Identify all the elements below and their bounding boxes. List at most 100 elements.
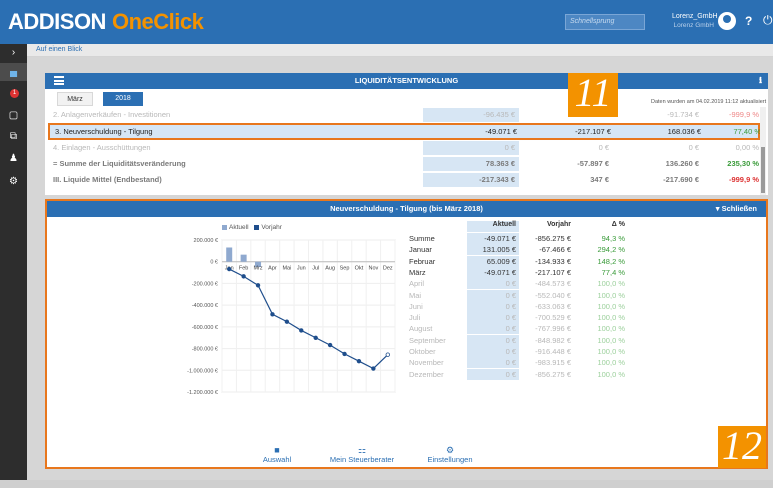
aktuell-value: -49.071 € [467, 266, 519, 278]
y-tick-label: 0 € [210, 260, 218, 266]
table-row[interactable]: Mai 0 € -552.040 € 100,0 % [407, 289, 637, 301]
menu-icon[interactable] [54, 76, 64, 85]
user-info[interactable]: Lorenz_GmbH Lorenz GmbH [672, 12, 718, 30]
cell-value: 0,00 % [735, 143, 759, 152]
y-tick-label: -200.000 € [192, 281, 218, 287]
table-row[interactable]: April 0 € -484.573 € 100,0 % [407, 278, 637, 290]
delta-value: 100,0 % [597, 301, 625, 311]
close-label: Schließen [721, 204, 757, 213]
data-point [299, 328, 304, 333]
cell-value: -999,9 % [728, 110, 759, 119]
quick-jump-input[interactable]: Schnellsprung [565, 14, 645, 30]
aktuell-value: 0 € [467, 312, 519, 324]
row-label: 2. Anlagenverkäufen - Investitionen [53, 110, 171, 119]
dashboard-chart-icon[interactable]: ▄ [0, 63, 27, 81]
x-tick-label: Dez [383, 266, 393, 272]
delta-value: 294,2 % [597, 245, 625, 255]
table-row[interactable]: Juni 0 € -633.063 € 100,0 % [407, 300, 637, 312]
delta-value: 100,0 % [597, 369, 625, 379]
cell-value: 0 € [598, 143, 609, 152]
avatar[interactable] [718, 12, 736, 30]
row-label: = Summe der Liquiditätsveränderung [53, 159, 186, 168]
document-icon[interactable]: ▢ [0, 107, 27, 125]
vorjahr-value: -700.529 € [535, 313, 571, 323]
cell-value: 136.260 € [665, 159, 699, 168]
y-tick-label: -400.000 € [192, 303, 218, 309]
cell-value: 78.363 € [423, 157, 519, 171]
app-logo[interactable]: ADDISON OneClick [8, 9, 204, 35]
delta-value: 94,3 % [601, 234, 625, 243]
delta-value: 100,0 % [597, 335, 625, 345]
table-row[interactable]: 4. Einlagen - Ausschüttungen 0 € 0 € 0 €… [48, 141, 760, 155]
table-row[interactable]: August 0 € -767.996 € 100,0 % [407, 323, 637, 335]
vorjahr-value: -767.996 € [535, 324, 571, 334]
cell-value: -91.734 € [667, 110, 699, 119]
month-label: Juli [409, 313, 421, 323]
vorjahr-value: -983.915 € [535, 358, 571, 368]
aktuell-value: 0 € [467, 289, 519, 301]
table-row[interactable]: Summe -49.071 € -856.275 € 94,3 % [407, 233, 637, 244]
button-label: Auswahl [262, 455, 292, 464]
x-tick-label: Nov [368, 266, 378, 272]
auswahl-button[interactable]: ■ Auswahl [257, 445, 297, 464]
month-label: September [409, 335, 446, 345]
cell-value: 347 € [590, 175, 609, 184]
table-row[interactable]: Januar 131.005 € -67.466 € 294,2 % [407, 244, 637, 256]
aktuell-value: 0 € [467, 368, 519, 380]
table-row[interactable]: Juli 0 € -700.529 € 100,0 % [407, 312, 637, 324]
table-row-selected[interactable]: 3. Neuverschuldung - Tilgung -49.071 € -… [48, 123, 761, 140]
settings-button[interactable]: ⚙ Einstellungen [425, 445, 475, 464]
month-label: August [409, 324, 433, 334]
power-icon[interactable]: ⏻ [763, 13, 773, 28]
y-tick-label: -800.000 € [192, 347, 218, 353]
bottom-toolbar: ■ Auswahl ⚏ Mein Steuerberater ⚙ Einstel… [47, 445, 766, 467]
close-button[interactable]: ▾ Schließen [716, 201, 757, 217]
sidebar: › ▄ 1 ▢ ⧉ ♟ ⚙ [0, 44, 27, 488]
panel-title: Neuverschuldung - Tilgung (bis März 2018… [330, 204, 483, 213]
gear-icon[interactable]: ⚙ [0, 173, 27, 191]
data-point [327, 342, 333, 348]
data-point [241, 274, 246, 279]
aktuell-value: 0 € [467, 278, 519, 290]
vorjahr-value: -633.063 € [535, 301, 571, 311]
data-point [313, 335, 318, 340]
info-icon[interactable]: ℹ [759, 73, 762, 89]
table-row[interactable]: Februar 65.009 € -134.933 € 148,2 % [407, 255, 637, 267]
y-tick-label: 200.000 € [194, 238, 218, 244]
aktuell-value: 65.009 € [467, 255, 519, 267]
steuerberater-button[interactable]: ⚏ Mein Steuerberater [327, 445, 397, 464]
cell-value: -217.107 € [575, 127, 611, 136]
data-point [227, 266, 232, 272]
aktuell-value: 0 € [467, 346, 519, 357]
notifications-icon[interactable]: 1 [0, 85, 27, 103]
person-icon[interactable]: ♟ [0, 150, 27, 168]
delta-value: 77,4 % [601, 267, 625, 277]
x-tick-label: Jun [297, 266, 306, 272]
breadcrumb-link[interactable]: Auf einen Blick [36, 46, 82, 53]
table-row[interactable]: März -49.071 € -217.107 € 77,4 % [407, 266, 637, 278]
table-row[interactable]: Dezember 0 € -856.275 € 100,0 % [407, 368, 637, 380]
tab-year[interactable]: 2018 [103, 92, 143, 106]
tab-month[interactable]: März [57, 92, 93, 106]
table-row[interactable]: November 0 € -983.915 € 100,0 % [407, 357, 637, 369]
scrollbar[interactable] [760, 107, 766, 195]
copy-icon[interactable]: ⧉ [0, 128, 27, 146]
delta-value: 100,0 % [597, 313, 625, 323]
x-tick-label: Aug [325, 266, 335, 272]
delta-value: 148,2 % [597, 256, 625, 266]
brand-accent: OneClick [111, 9, 204, 34]
table-row[interactable]: = Summe der Liquiditätsveränderung 78.36… [48, 157, 760, 171]
help-icon[interactable]: ? [745, 14, 752, 28]
y-tick-label: -600.000 € [192, 325, 218, 331]
vorjahr-value: -856.275 € [535, 234, 571, 243]
month-label: Oktober [409, 347, 436, 356]
vorjahr-value: -856.275 € [535, 369, 571, 379]
footer [0, 480, 773, 488]
table-row[interactable]: Oktober 0 € -916.448 € 100,0 % [407, 346, 637, 357]
callout-number: 12 [718, 426, 766, 468]
table-row[interactable]: 2. Anlagenverkäufen - Investitionen -96.… [48, 108, 760, 122]
table-row[interactable]: III. Liquide Mittel (Endbestand) -217.34… [48, 173, 760, 187]
chevron-right-icon[interactable]: › [0, 44, 27, 62]
bar [240, 254, 247, 262]
table-row[interactable]: September 0 € -848.982 € 100,0 % [407, 334, 637, 346]
